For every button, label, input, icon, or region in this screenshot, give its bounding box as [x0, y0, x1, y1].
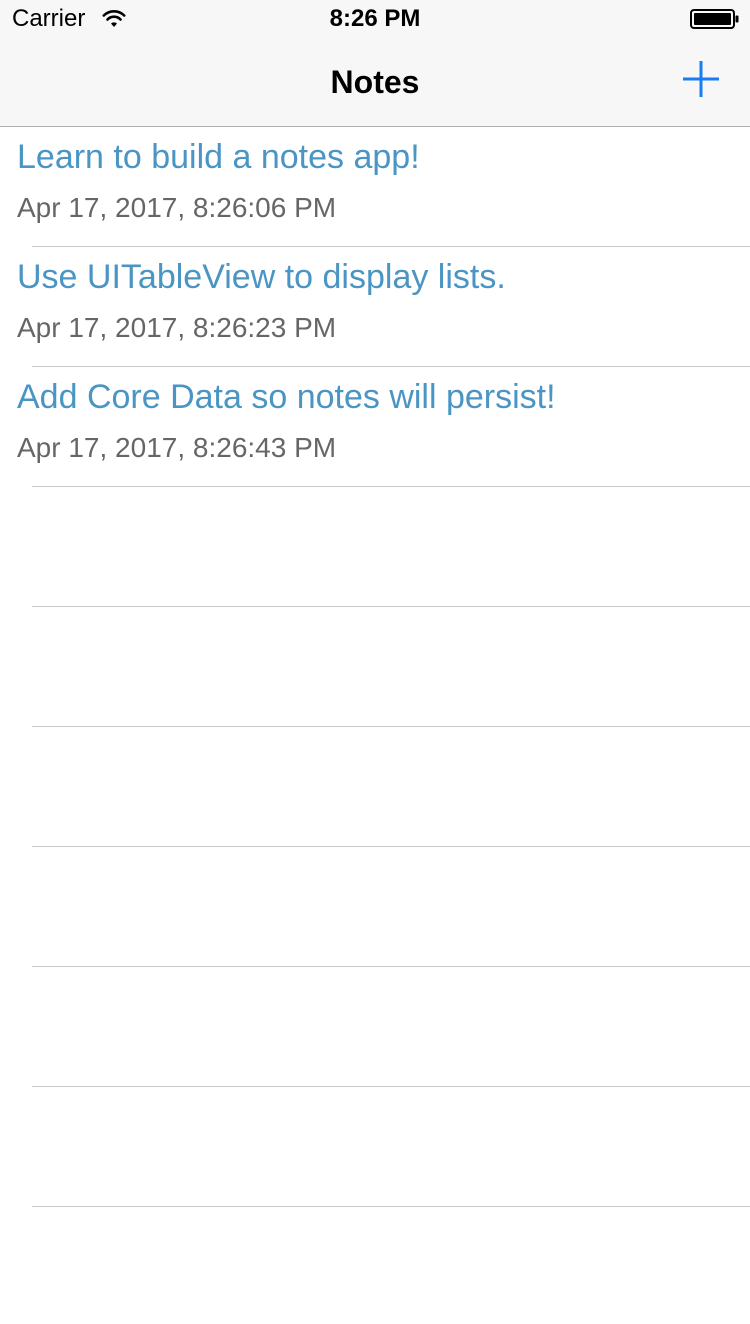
empty-row: [0, 1087, 750, 1207]
empty-row: [0, 487, 750, 607]
status-bar: Carrier 8:26 PM: [0, 0, 750, 40]
page-title: Notes: [330, 64, 420, 100]
note-date: Apr 17, 2017, 8:26:43 PM: [17, 432, 337, 463]
note-title: Learn to build a notes app!: [17, 138, 420, 176]
empty-row: [0, 967, 750, 1087]
row-separator: [32, 1206, 750, 1207]
navigation-bar: Notes: [0, 40, 750, 127]
notes-table[interactable]: Learn to build a notes app! Apr 17, 2017…: [0, 127, 750, 1207]
note-date: Apr 17, 2017, 8:26:06 PM: [17, 192, 337, 223]
table-row[interactable]: Learn to build a notes app! Apr 17, 2017…: [0, 127, 750, 247]
note-title: Add Core Data so notes will persist!: [17, 378, 556, 416]
empty-row: [0, 607, 750, 727]
empty-row: [0, 847, 750, 967]
plus-icon: [683, 61, 719, 97]
table-row[interactable]: Add Core Data so notes will persist! Apr…: [0, 367, 750, 487]
battery-icon: [690, 9, 739, 29]
table-row[interactable]: Use UITableView to display lists. Apr 17…: [0, 247, 750, 367]
empty-row: [0, 727, 750, 847]
note-date: Apr 17, 2017, 8:26:23 PM: [17, 312, 337, 343]
add-note-button[interactable]: [676, 54, 726, 104]
note-title: Use UITableView to display lists.: [17, 258, 506, 296]
status-time: 8:26 PM: [329, 5, 421, 32]
